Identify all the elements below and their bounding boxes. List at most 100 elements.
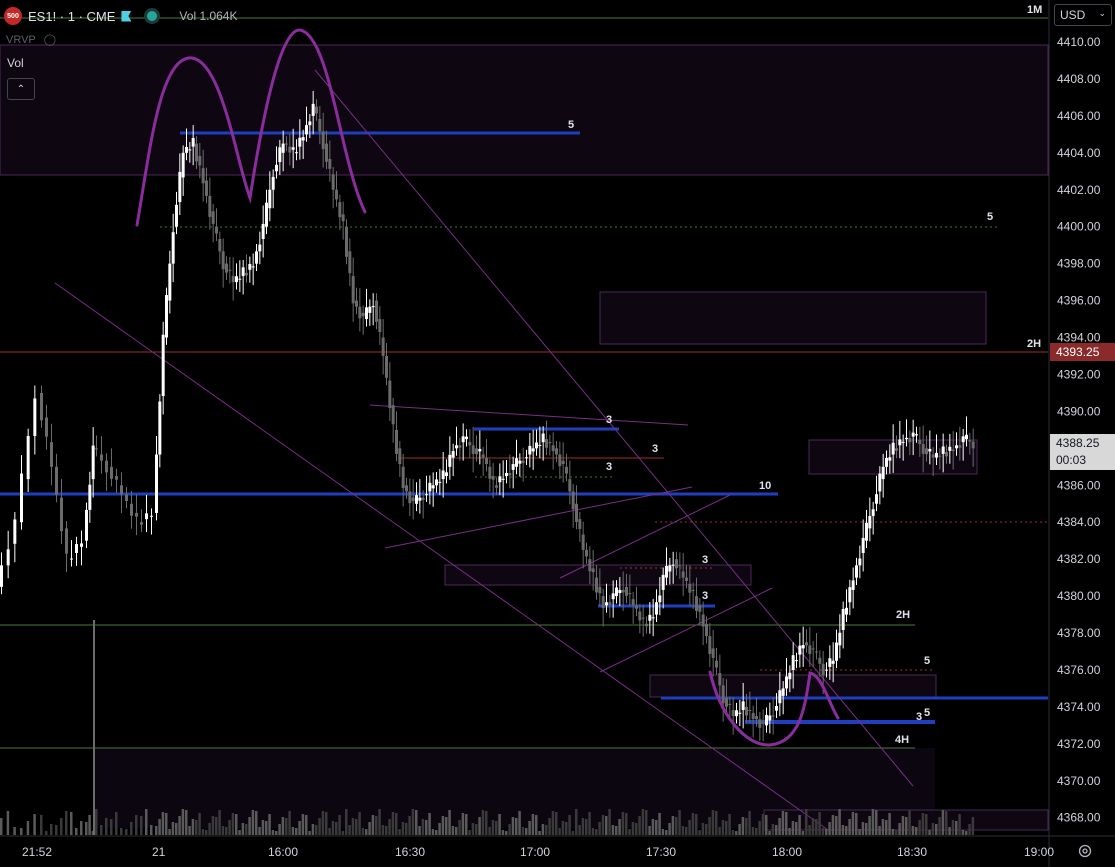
candle-body [258, 244, 262, 252]
candle-body [80, 543, 83, 547]
candle-body [748, 709, 752, 711]
volume-bar [785, 812, 788, 835]
candle-body [315, 106, 318, 114]
candle-body [605, 602, 608, 606]
volume-bar [601, 815, 605, 835]
volume-bar [651, 819, 655, 835]
volume-bar [425, 820, 428, 835]
candle-body [228, 269, 232, 271]
candle-body [235, 276, 238, 283]
level-price-tag[interactable]: 4393.25 [1050, 343, 1115, 361]
volume-bar [888, 813, 891, 835]
market-status-icon[interactable] [147, 11, 158, 21]
candle-body [371, 306, 375, 308]
volume-bar [788, 828, 791, 835]
volume-bar [878, 826, 881, 835]
volume-bar [625, 813, 628, 835]
candle-body [40, 392, 43, 421]
volume-bar [648, 826, 651, 835]
volume-bar [665, 830, 668, 835]
candle-body [301, 137, 305, 141]
eye-off-icon[interactable]: ◯ [44, 33, 56, 46]
candle-body [835, 642, 838, 661]
candle-body [275, 164, 278, 172]
current-price-tag[interactable]: 4388.25 00:03 [1050, 434, 1115, 470]
wedge-top[interactable] [369, 404, 689, 426]
symbol-badge[interactable]: 500 [4, 7, 22, 25]
candle-body [728, 703, 732, 705]
candle-body [718, 673, 722, 686]
currency-select[interactable]: USD ⌄ [1054, 4, 1112, 26]
candle-body [501, 478, 505, 480]
chart-canvas[interactable]: 5 5 3 3 3 10 3 3 2H 5 5 3 4H 2H 1M 4410.… [0, 0, 1115, 867]
volume-bar [968, 824, 971, 835]
price-tick-label: 4404.00 [1057, 146, 1101, 160]
candle-body [765, 714, 768, 726]
label-right-3a: 3 [702, 554, 708, 566]
candle-body [438, 481, 442, 483]
candle-body [548, 442, 552, 444]
volume-bar [268, 814, 271, 835]
chart-header: 500 ES1! · 1 · CME Vol 1.064K [0, 0, 1050, 32]
volume-bar [188, 826, 191, 835]
volume-bar [0, 818, 3, 835]
candle-body [298, 137, 302, 147]
price-tick-label: 4370.00 [1057, 774, 1101, 788]
channel-bottom[interactable] [599, 587, 773, 673]
indicator-vrvp[interactable]: VRVP ◯ [6, 33, 56, 47]
volume-bar [548, 818, 551, 835]
volume-bar [588, 812, 591, 835]
candle-body [485, 457, 488, 465]
candle-body [85, 509, 88, 541]
candle-body [238, 278, 242, 280]
candle-body [255, 251, 258, 264]
candle-body [705, 623, 708, 637]
candle-body [545, 439, 548, 448]
volume-bar [211, 816, 215, 835]
volume-bar [695, 814, 698, 835]
candle-body [358, 306, 362, 319]
candle-body [678, 565, 682, 567]
collapse-button[interactable]: ⌃ [7, 78, 35, 100]
price-tick-label: 4396.00 [1057, 294, 1101, 308]
candle-body [958, 445, 962, 448]
candle-body [968, 440, 972, 442]
candle-body [441, 470, 445, 480]
candle-body [635, 605, 638, 609]
candle-body [961, 436, 965, 443]
time-tick-label: 19:00 [1024, 845, 1054, 859]
candle-body [871, 509, 875, 517]
candle-body [105, 460, 108, 473]
volume-bar [678, 810, 681, 835]
candle-body [801, 645, 805, 649]
candle-body [495, 485, 498, 488]
symbol-title[interactable]: ES1! · 1 · CME [28, 9, 115, 24]
candle-body [175, 204, 178, 227]
candle-body [405, 485, 408, 492]
volume-bar [115, 812, 118, 835]
candle-body [395, 429, 398, 454]
volume-bar [435, 830, 438, 835]
volume-bar [891, 829, 895, 835]
gear-icon[interactable] [1077, 843, 1093, 859]
candle-body [685, 577, 688, 582]
candle-body [618, 589, 622, 594]
label-mid-3b: 3 [652, 443, 658, 455]
wedge-bottom[interactable] [384, 486, 693, 549]
candle-body [781, 688, 785, 696]
volume-bar [558, 828, 561, 835]
volume-bar [658, 813, 661, 835]
candle-body [505, 472, 508, 477]
candle-body [498, 476, 502, 483]
volume-bar [508, 824, 511, 835]
candle-body [328, 158, 332, 169]
volume-bar [318, 818, 321, 835]
candle-body [245, 272, 248, 276]
candle-body [0, 565, 3, 587]
volume-bar [26, 821, 30, 835]
candle-body [88, 484, 92, 510]
candle-body [348, 251, 352, 274]
flag-icon[interactable] [121, 10, 132, 22]
volume-bar [20, 828, 23, 835]
label-4h: 4H [895, 734, 909, 746]
